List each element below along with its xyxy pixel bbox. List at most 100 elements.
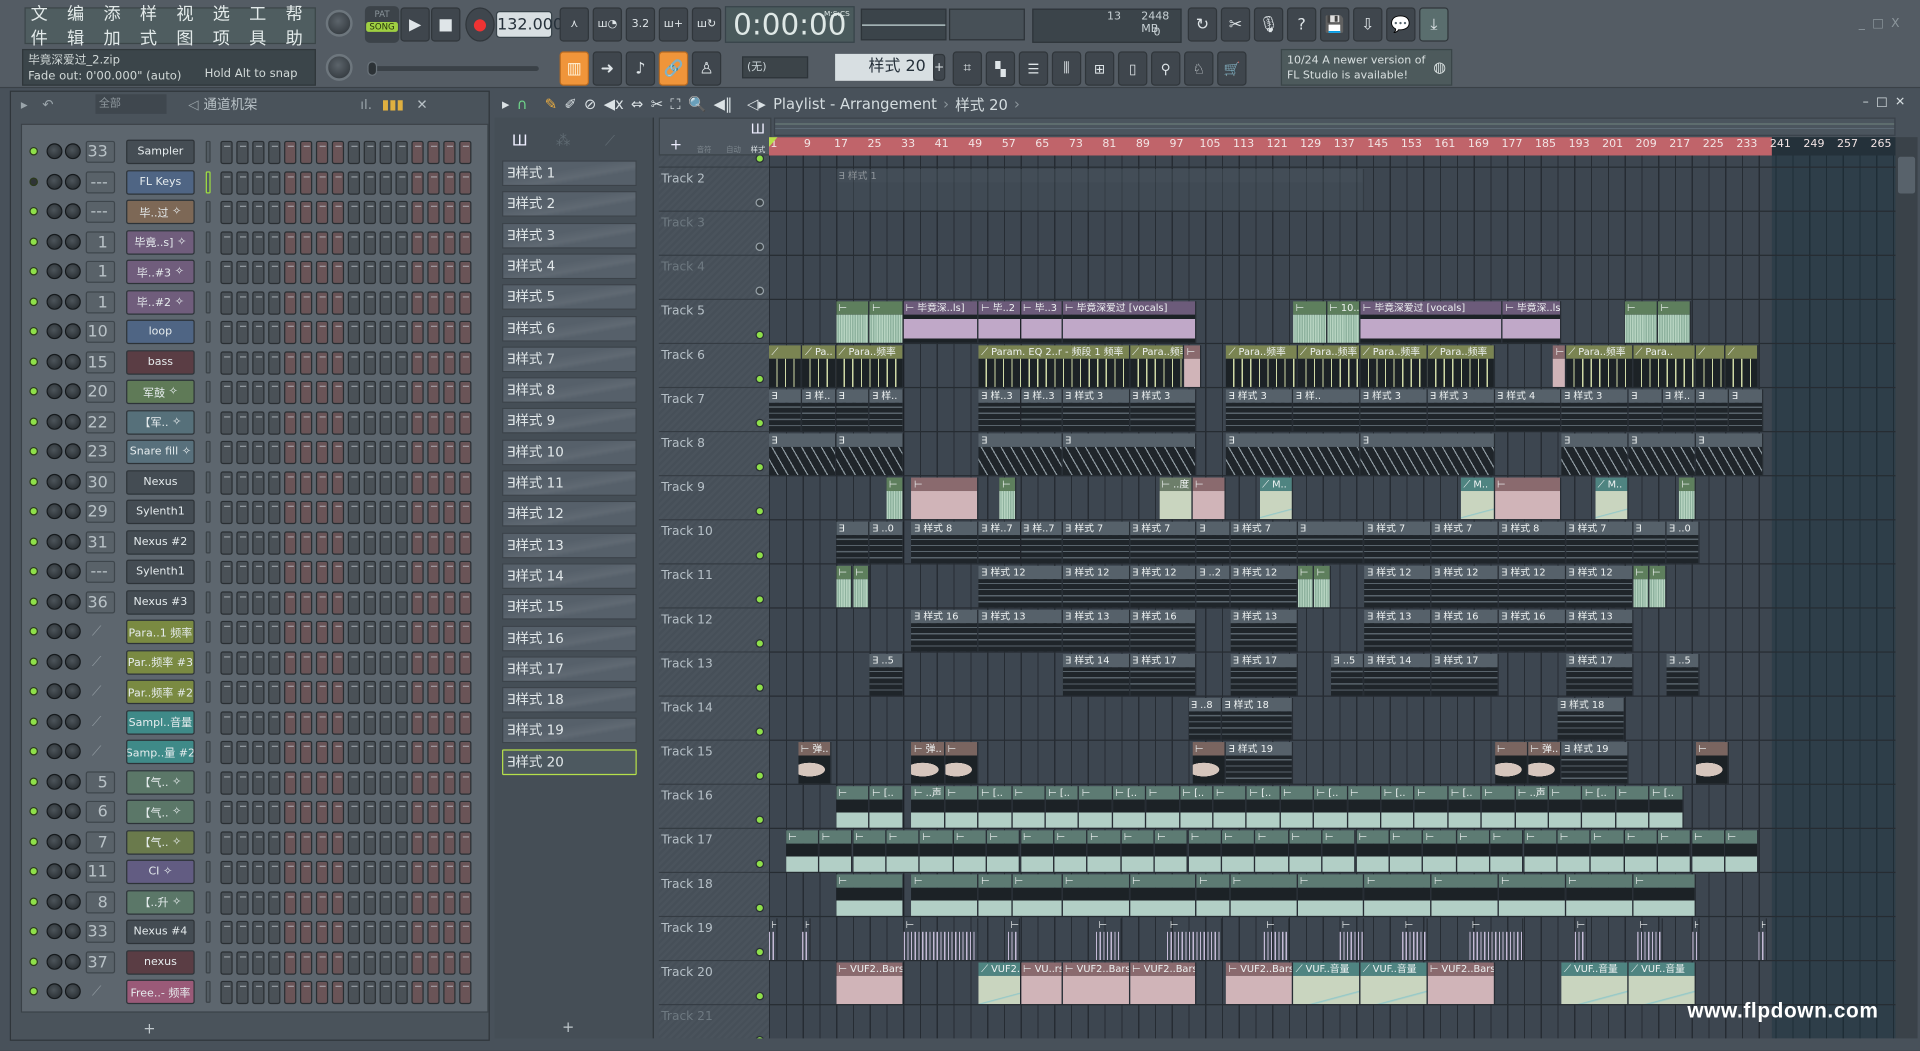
step-button[interactable] bbox=[395, 500, 408, 525]
track-lane[interactable]: ⊢ 弹.. ⊢ 弹.. ⊢ ⊢ ∃ 样式 19 ⊢ ⊢ 弹.. ∃ 样式 19 ⊢ bbox=[768, 741, 1896, 785]
step-button[interactable] bbox=[236, 290, 249, 315]
clip[interactable]: ⊢ bbox=[1184, 345, 1201, 387]
step-button[interactable] bbox=[220, 170, 233, 195]
step-button[interactable] bbox=[300, 350, 313, 375]
menu-item[interactable]: 添加 bbox=[103, 1, 132, 50]
step-button[interactable] bbox=[300, 830, 313, 855]
channel-rack-view-button[interactable]: ▚ bbox=[985, 51, 1016, 86]
step-button[interactable] bbox=[347, 950, 361, 975]
step-button[interactable] bbox=[220, 830, 233, 855]
track-mute-button[interactable] bbox=[755, 727, 765, 736]
pattern-item[interactable]: ∃样式 18 bbox=[502, 687, 637, 713]
step-button[interactable] bbox=[411, 800, 424, 825]
clip[interactable]: ⟋ Para..频率 bbox=[1360, 345, 1428, 387]
plugin-view-button[interactable]: ▯ bbox=[1117, 51, 1148, 86]
step-button[interactable] bbox=[284, 830, 297, 855]
step-button[interactable] bbox=[459, 500, 472, 525]
menu-item[interactable]: 文件 bbox=[31, 1, 60, 50]
channel-volume-knob[interactable] bbox=[64, 473, 81, 490]
channel-select[interactable] bbox=[205, 560, 211, 583]
step-button[interactable] bbox=[220, 620, 233, 645]
step-button[interactable] bbox=[395, 920, 408, 945]
channel-select[interactable] bbox=[205, 500, 211, 523]
step-button[interactable] bbox=[427, 980, 440, 1005]
track-header[interactable]: Track 20 bbox=[658, 961, 769, 1006]
step-button[interactable] bbox=[395, 890, 408, 915]
channel-mute-led[interactable] bbox=[29, 536, 38, 546]
step-button[interactable] bbox=[252, 800, 265, 825]
step-button[interactable] bbox=[459, 590, 472, 615]
add-track-button[interactable]: + bbox=[670, 136, 682, 153]
clip[interactable]: ⊢ bbox=[1725, 830, 1759, 872]
channel-pan-knob[interactable] bbox=[46, 863, 63, 880]
clip[interactable]: ⊢ bbox=[1658, 830, 1692, 872]
step-button[interactable] bbox=[284, 440, 297, 465]
step-button[interactable] bbox=[459, 350, 472, 375]
channel-volume-knob[interactable] bbox=[64, 623, 81, 640]
channel-pan-knob[interactable] bbox=[46, 563, 63, 580]
mixer-view-button[interactable]: ☰ bbox=[1018, 51, 1049, 86]
clip[interactable]: ⊢ bbox=[1213, 786, 1248, 828]
step-button[interactable] bbox=[236, 350, 249, 375]
step-button[interactable] bbox=[284, 350, 297, 375]
channel-select[interactable] bbox=[205, 590, 211, 613]
step-button[interactable] bbox=[331, 470, 345, 495]
step-button[interactable] bbox=[411, 920, 424, 945]
step-button[interactable] bbox=[331, 440, 345, 465]
step-button[interactable] bbox=[268, 680, 281, 705]
channel-mute-led[interactable] bbox=[29, 236, 38, 246]
step-button[interactable] bbox=[427, 650, 440, 675]
step-button[interactable] bbox=[331, 410, 345, 435]
step-button[interactable] bbox=[427, 260, 440, 285]
clip[interactable]: ⊢ bbox=[911, 874, 979, 916]
step-button[interactable] bbox=[363, 590, 376, 615]
channel-select[interactable] bbox=[205, 290, 211, 313]
clip[interactable]: ∃ 样式 18 bbox=[1221, 697, 1294, 740]
clip[interactable]: ⊢ bbox=[1146, 786, 1180, 828]
step-button[interactable] bbox=[315, 260, 329, 285]
step-button[interactable] bbox=[220, 200, 233, 225]
channel-select[interactable] bbox=[205, 440, 211, 463]
channel-mute-led[interactable] bbox=[29, 986, 38, 996]
clip[interactable]: ⊢ 弹.. bbox=[798, 742, 832, 784]
piano-roll-view-button[interactable]: ⌗ bbox=[952, 51, 983, 86]
channel-name-button[interactable]: Samp..量 #2 bbox=[126, 739, 195, 765]
step-button[interactable] bbox=[443, 830, 456, 855]
clip[interactable]: ⊢ ..度 bbox=[1158, 477, 1193, 520]
pattern-item[interactable]: ∃样式 16 bbox=[502, 625, 637, 651]
clip[interactable]: ⊢ bbox=[802, 918, 811, 961]
clip[interactable]: ∃ 样式 12 bbox=[1230, 565, 1298, 608]
step-button[interactable] bbox=[411, 380, 424, 405]
clip[interactable]: ∃ 样式 3 bbox=[1129, 389, 1197, 432]
clip[interactable]: ∃ ..5 bbox=[869, 653, 904, 696]
clip[interactable]: ∃ 样式 13 bbox=[1230, 609, 1298, 652]
menu-item[interactable]: 选项 bbox=[213, 1, 242, 50]
step-button[interactable] bbox=[459, 320, 472, 345]
graph-icon[interactable]: ıl. bbox=[360, 96, 372, 112]
clip[interactable]: ∃ 样..7 bbox=[978, 521, 1021, 564]
channel-mute-led[interactable] bbox=[29, 416, 38, 426]
add-channel-button[interactable]: + bbox=[143, 1020, 155, 1037]
channel-select[interactable] bbox=[205, 800, 211, 823]
step-button[interactable] bbox=[268, 320, 281, 345]
step-button[interactable] bbox=[379, 260, 392, 285]
step-view-icon[interactable]: ▮▮▮ bbox=[382, 96, 404, 112]
channel-name-button[interactable]: bass bbox=[126, 349, 195, 375]
step-button[interactable] bbox=[315, 440, 329, 465]
track-lane[interactable]: ⊢ ⊢ ⊢ ⊢ ⊢ ⊢ ⊢ ⊢ ⊢ ⊢ ⊢ ⊢ ⊢ ⊢ bbox=[768, 917, 1896, 962]
step-button[interactable] bbox=[411, 440, 424, 465]
step-button[interactable] bbox=[443, 770, 456, 795]
clip[interactable]: ∃ 样式 13 bbox=[1062, 609, 1130, 652]
step-button[interactable] bbox=[252, 620, 265, 645]
step-button[interactable] bbox=[427, 590, 440, 615]
step-button[interactable] bbox=[347, 770, 361, 795]
clip[interactable]: ⟋ Para..频率 bbox=[1129, 345, 1185, 387]
step-button[interactable] bbox=[363, 890, 376, 915]
delete-tool-icon[interactable]: ⊘ bbox=[584, 96, 596, 113]
mixer-track-selector[interactable]: 29 bbox=[85, 500, 116, 523]
step-button[interactable] bbox=[379, 860, 392, 885]
step-button[interactable] bbox=[363, 440, 376, 465]
close-icon[interactable]: ✕ bbox=[416, 96, 427, 112]
clip[interactable]: ⊢ bbox=[1154, 830, 1189, 872]
mixer-track-selector[interactable]: --- bbox=[85, 170, 116, 193]
